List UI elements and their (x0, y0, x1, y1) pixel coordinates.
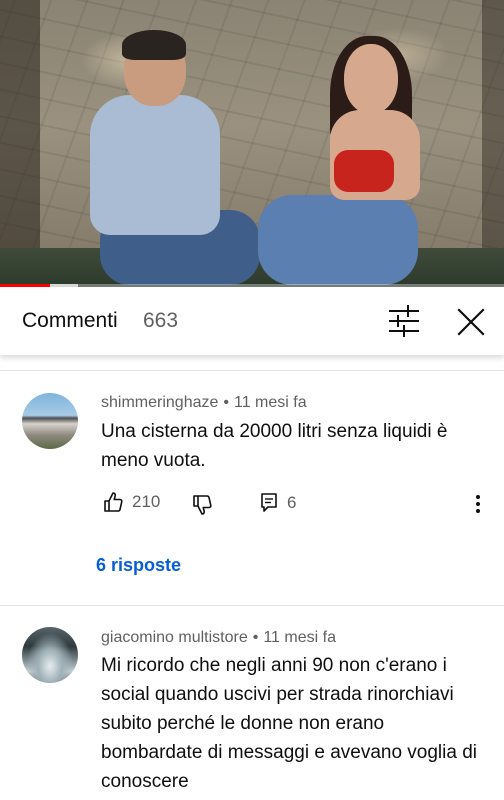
comment-icon (261, 493, 277, 512)
comments-count: 663 (143, 309, 179, 332)
reply-count: 6 (287, 493, 297, 512)
comment-author[interactable]: shimmeringhaze (101, 394, 218, 411)
comments-title: Commenti (22, 309, 118, 332)
reply-button[interactable]: 6 (260, 492, 296, 514)
thumbs-down-icon (193, 495, 212, 515)
like-button[interactable]: 210 (103, 491, 160, 513)
meta-separator: • (223, 394, 229, 411)
divider (0, 370, 504, 371)
video-player[interactable] (0, 0, 504, 287)
comment-text: Mi ricordo che negli anni 90 non c'erano… (101, 655, 478, 792)
like-count: 210 (132, 492, 161, 511)
meta-separator: • (252, 629, 259, 646)
comment-time: 11 mesi fa (263, 629, 336, 646)
video-frame (0, 0, 504, 250)
person-woman (258, 195, 418, 285)
comment-meta: shimmeringhaze • 11 mesi fa (101, 394, 307, 412)
more-vert-icon (476, 495, 480, 513)
comment-author[interactable]: giacomino multistore (101, 629, 248, 646)
sort-sliders-icon (389, 305, 419, 337)
comment-time: 11 mesi fa (234, 394, 307, 411)
comment-text: Una cisterna da 20000 litri senza liquid… (101, 421, 448, 471)
comments-header: Commenti 663 (0, 287, 504, 355)
close-button[interactable] (452, 303, 490, 341)
avatar[interactable] (22, 627, 78, 683)
view-replies-link[interactable]: 6 risposte (96, 555, 181, 576)
comment-meta: giacomino multistore • 11 mesi fa (101, 629, 336, 647)
sort-button[interactable] (384, 303, 424, 339)
comment-menu-button[interactable] (468, 490, 488, 518)
avatar[interactable] (22, 393, 78, 449)
dislike-button[interactable] (192, 494, 212, 516)
thumbs-up-icon (104, 492, 123, 512)
divider (0, 605, 504, 606)
close-icon (457, 308, 485, 336)
